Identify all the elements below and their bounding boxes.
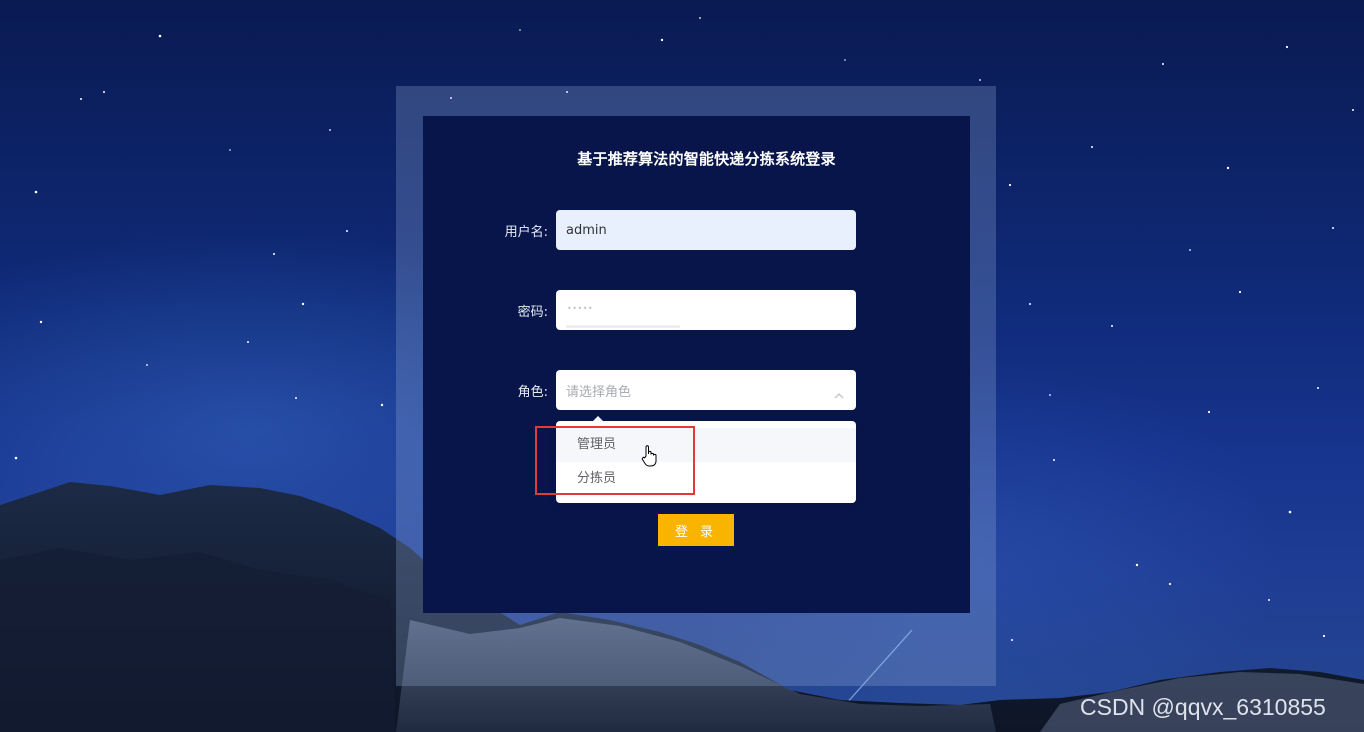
watermark-text: CSDN @qqvx_6310855 — [1080, 694, 1326, 720]
password-input[interactable] — [556, 290, 856, 330]
role-select-placeholder: 请选择角色 — [566, 385, 632, 400]
role-select[interactable]: 请选择角色 — [556, 370, 856, 410]
login-title: 基于推荐算法的智能快递分拣系统登录 — [577, 150, 836, 168]
username-label: 用户名: — [504, 225, 548, 240]
password-label: 密码: — [517, 305, 548, 320]
login-button[interactable]: 登 录 — [658, 514, 734, 546]
password-mask: ••••• — [567, 304, 594, 313]
role-label: 角色: — [517, 385, 548, 400]
username-input[interactable] — [556, 210, 856, 250]
hand-cursor-icon — [641, 444, 659, 472]
chevron-up-icon[interactable] — [834, 384, 844, 403]
password-underline — [566, 325, 680, 328]
annotation-highlight-box — [535, 426, 695, 495]
